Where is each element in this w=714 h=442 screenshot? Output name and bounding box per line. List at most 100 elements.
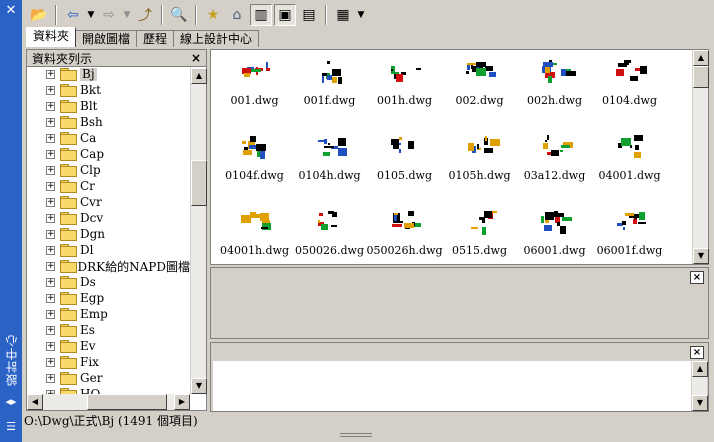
file-item[interactable]: 0104.dwg — [592, 56, 667, 131]
file-item[interactable]: 001f.dwg — [292, 56, 367, 131]
tree-item[interactable]: + Cvr — [27, 194, 190, 210]
preview-icon[interactable]: ▣ — [274, 3, 296, 26]
tab-history[interactable]: 歷程 — [136, 30, 175, 47]
expand-icon[interactable]: + — [46, 85, 55, 95]
tree-item[interactable]: + HO — [27, 386, 190, 394]
scroll-right-icon[interactable]: ▶ — [174, 394, 190, 410]
views-dropdown-icon[interactable]: ▼ — [356, 4, 366, 26]
tree-item[interactable]: + Es — [27, 322, 190, 338]
file-item[interactable]: 0104h.dwg — [292, 131, 367, 206]
expand-icon[interactable]: + — [46, 69, 55, 79]
expand-icon[interactable]: + — [46, 357, 55, 367]
up-icon[interactable]: ⤴ — [134, 4, 156, 26]
expand-icon[interactable]: + — [46, 165, 55, 175]
tree-item[interactable]: + Clp — [27, 162, 190, 178]
tree-item[interactable]: + Cr — [27, 178, 190, 194]
tree-item[interactable]: + Blt — [27, 98, 190, 114]
expand-icon[interactable]: + — [46, 277, 55, 287]
scroll-up-icon[interactable]: ▲ — [191, 68, 207, 84]
scroll-down-icon[interactable]: ▼ — [693, 248, 709, 264]
tree-item[interactable]: + Emp — [27, 306, 190, 322]
tree-item[interactable]: + Bkt — [27, 82, 190, 98]
expand-icon[interactable]: + — [46, 373, 55, 383]
drawing-thumbnail — [387, 208, 423, 234]
tab-folders[interactable]: 資料夾 — [26, 27, 77, 47]
tree-item[interactable]: + Ev — [27, 338, 190, 354]
palette-title-bar[interactable]: ✕ 設計中心 ◂▸ ☰ — [0, 0, 22, 442]
tree-item[interactable]: + Dgn — [27, 226, 190, 242]
close-icon[interactable]: × — [690, 271, 704, 284]
tree-item-label: Ger — [80, 371, 103, 385]
expand-icon[interactable]: + — [46, 341, 55, 351]
views-icon[interactable]: ▦ — [332, 4, 354, 26]
properties-icon[interactable]: ☰ — [3, 420, 19, 434]
scroll-left-icon[interactable]: ◀ — [27, 394, 43, 410]
file-name: 001h.dwg — [376, 94, 433, 107]
expand-icon[interactable]: + — [46, 309, 55, 319]
file-item[interactable]: 0105h.dwg — [442, 131, 517, 206]
expand-icon[interactable]: + — [46, 149, 55, 159]
resize-grip[interactable] — [340, 433, 372, 437]
content-vertical-scrollbar[interactable]: ▲ ▼ — [692, 50, 709, 264]
description-icon[interactable]: ▤ — [298, 4, 320, 26]
tree-horizontal-scrollbar[interactable]: ◀ ▶ — [27, 394, 190, 410]
scroll-thumb[interactable] — [87, 394, 167, 410]
close-icon[interactable]: × — [690, 346, 704, 359]
scroll-thumb[interactable] — [693, 66, 709, 88]
file-item[interactable]: 0104f.dwg — [217, 131, 292, 206]
scroll-down-icon[interactable]: ▼ — [692, 395, 708, 411]
expand-icon[interactable]: + — [46, 213, 55, 223]
file-item[interactable]: 0105.dwg — [367, 131, 442, 206]
close-icon[interactable]: × — [191, 51, 201, 65]
expand-icon[interactable]: + — [46, 229, 55, 239]
load-icon[interactable]: 📂 — [28, 4, 50, 26]
scroll-up-icon[interactable]: ▲ — [693, 50, 709, 66]
scroll-thumb[interactable] — [191, 160, 207, 206]
tree-item[interactable]: + Ds — [27, 274, 190, 290]
expand-icon[interactable]: + — [46, 117, 55, 127]
expand-icon[interactable]: + — [46, 293, 55, 303]
folder-icon — [60, 180, 77, 193]
forward-icon[interactable]: ⇨ — [98, 4, 120, 26]
file-item[interactable]: 03a12.dwg — [517, 131, 592, 206]
tree-item[interactable]: + Cap — [27, 146, 190, 162]
favorites-icon[interactable]: ★ — [202, 4, 224, 26]
file-item[interactable]: 002.dwg — [442, 56, 517, 131]
file-name: 04001h.dwg — [219, 244, 290, 257]
expand-icon[interactable]: + — [46, 133, 55, 143]
search-icon[interactable]: 🔍 — [168, 4, 190, 26]
home-icon[interactable]: ⌂ — [226, 4, 248, 26]
file-item[interactable]: 04001.dwg — [592, 131, 667, 206]
autohide-icon[interactable]: ◂▸ — [3, 395, 19, 409]
expand-icon[interactable]: + — [46, 245, 55, 255]
tree-toggle-icon[interactable]: ▥ — [250, 3, 272, 26]
folder-icon — [60, 100, 77, 113]
scroll-up-icon[interactable]: ▲ — [692, 361, 708, 377]
file-item[interactable]: 002h.dwg — [517, 56, 592, 131]
scroll-down-icon[interactable]: ▼ — [191, 378, 207, 394]
tree-item[interactable]: + Fix — [27, 354, 190, 370]
tree-item[interactable]: + Egp — [27, 290, 190, 306]
back-icon[interactable]: ⇦ — [62, 4, 84, 26]
tree-item[interactable]: + Dl — [27, 242, 190, 258]
description-vertical-scrollbar[interactable]: ▲ ▼ — [691, 361, 708, 411]
tree-item[interactable]: + Ca — [27, 130, 190, 146]
close-icon[interactable]: ✕ — [3, 4, 19, 18]
tree-item[interactable]: + DRK給的NAPD圖檔 — [27, 258, 190, 274]
tab-online-design-center[interactable]: 線上設計中心 — [173, 30, 260, 47]
tree-item[interactable]: + Bsh — [27, 114, 190, 130]
back-dropdown-icon[interactable]: ▼ — [86, 4, 96, 26]
tab-open-drawings[interactable]: 開啟圖檔 — [75, 30, 138, 47]
tree-item[interactable]: + Dcv — [27, 210, 190, 226]
file-item[interactable]: 001.dwg — [217, 56, 292, 131]
tree-item[interactable]: + Bj — [27, 68, 190, 82]
file-item[interactable]: 001h.dwg — [367, 56, 442, 131]
tree-item[interactable]: + Ger — [27, 370, 190, 386]
expand-icon[interactable]: + — [46, 101, 55, 111]
forward-dropdown-icon[interactable]: ▼ — [122, 4, 132, 26]
expand-icon[interactable]: + — [46, 261, 55, 271]
expand-icon[interactable]: + — [46, 325, 55, 335]
expand-icon[interactable]: + — [46, 181, 55, 191]
expand-icon[interactable]: + — [46, 197, 55, 207]
tree-vertical-scrollbar[interactable]: ▲ ▼ — [190, 68, 207, 394]
